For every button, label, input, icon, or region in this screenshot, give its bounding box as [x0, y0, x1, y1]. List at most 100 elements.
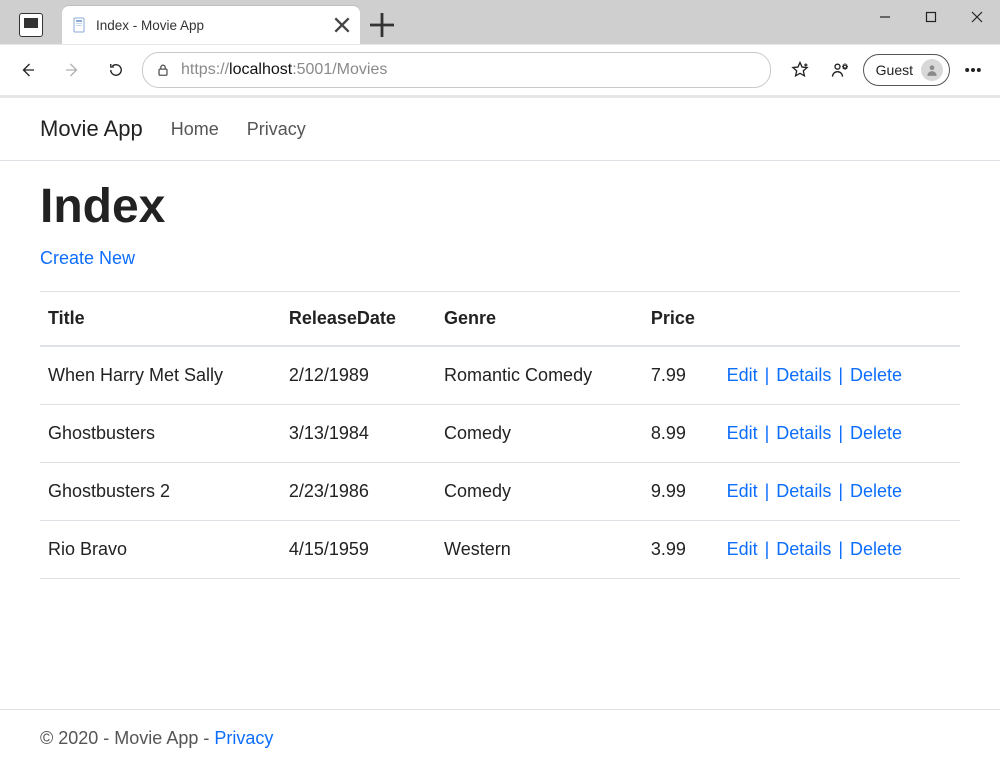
col-header-actions: [719, 292, 960, 347]
cell-releasedate: 2/23/1986: [281, 463, 436, 521]
cell-title: Ghostbusters: [40, 405, 281, 463]
cell-genre: Comedy: [436, 405, 643, 463]
brand-link[interactable]: Movie App: [40, 116, 143, 142]
page-container: Index Create New Title ReleaseDate Genre…: [0, 161, 1000, 709]
action-separator: |: [831, 481, 850, 501]
address-bar[interactable]: https://localhost:5001/Movies: [142, 52, 771, 88]
lock-icon: [155, 62, 171, 78]
action-separator: |: [831, 539, 850, 559]
browser-titlebar: Index - Movie App: [0, 0, 1000, 44]
site-navbar: Movie App Home Privacy: [0, 98, 1000, 161]
nav-reload-button[interactable]: [98, 52, 134, 88]
window-minimize-button[interactable]: [862, 0, 908, 34]
nav-privacy-link[interactable]: Privacy: [247, 119, 306, 140]
browser-app-menu[interactable]: [12, 6, 50, 44]
action-separator: |: [831, 423, 850, 443]
new-tab-button[interactable]: [366, 9, 398, 41]
table-row: Ghostbusters 22/23/1986Comedy9.99Edit | …: [40, 463, 960, 521]
details-link[interactable]: Details: [776, 481, 831, 501]
col-header-price: Price: [643, 292, 719, 347]
site-footer: © 2020 - Movie App - Privacy: [0, 709, 1000, 763]
toolbar-right: Guest: [783, 53, 990, 87]
col-header-releasedate: ReleaseDate: [281, 292, 436, 347]
table-row: Rio Bravo4/15/1959Western3.99Edit | Deta…: [40, 521, 960, 579]
cell-price: 7.99: [643, 346, 719, 405]
action-separator: |: [758, 423, 777, 443]
page-favicon-icon: [72, 17, 88, 33]
url-path: /Movies: [332, 61, 387, 78]
details-link[interactable]: Details: [776, 539, 831, 559]
window-controls: [862, 0, 1000, 34]
table-row: When Harry Met Sally2/12/1989Romantic Co…: [40, 346, 960, 405]
edit-link[interactable]: Edit: [727, 481, 758, 501]
url-host: localhost: [229, 61, 292, 78]
browser-tab-active[interactable]: Index - Movie App: [62, 6, 360, 44]
window-maximize-button[interactable]: [908, 0, 954, 34]
delete-link[interactable]: Delete: [850, 423, 902, 443]
person-gear-icon: [830, 60, 850, 80]
arrow-left-icon: [19, 61, 37, 79]
collections-button[interactable]: [823, 53, 857, 87]
edit-link[interactable]: Edit: [727, 539, 758, 559]
cell-actions: Edit | Details | Delete: [719, 463, 960, 521]
details-link[interactable]: Details: [776, 423, 831, 443]
col-header-title: Title: [40, 292, 281, 347]
footer-text: © 2020 - Movie App -: [40, 728, 214, 748]
action-separator: |: [758, 365, 777, 385]
cell-genre: Comedy: [436, 463, 643, 521]
more-menu-button[interactable]: [956, 53, 990, 87]
col-header-genre: Genre: [436, 292, 643, 347]
delete-link[interactable]: Delete: [850, 481, 902, 501]
cell-title: Ghostbusters 2: [40, 463, 281, 521]
tab-close-button[interactable]: [332, 15, 352, 35]
cell-releasedate: 2/12/1989: [281, 346, 436, 405]
profile-label: Guest: [876, 62, 913, 78]
maximize-icon: [925, 11, 937, 23]
cell-genre: Romantic Comedy: [436, 346, 643, 405]
movies-table: Title ReleaseDate Genre Price When Harry…: [40, 291, 960, 579]
url-text: https://localhost:5001/Movies: [181, 61, 758, 79]
tab-title: Index - Movie App: [96, 18, 324, 33]
footer-privacy-link[interactable]: Privacy: [214, 728, 273, 748]
cell-price: 8.99: [643, 405, 719, 463]
cell-releasedate: 3/13/1984: [281, 405, 436, 463]
cell-title: Rio Bravo: [40, 521, 281, 579]
action-separator: |: [758, 481, 777, 501]
action-separator: |: [831, 365, 850, 385]
delete-link[interactable]: Delete: [850, 539, 902, 559]
star-plus-icon: [790, 60, 810, 80]
cell-actions: Edit | Details | Delete: [719, 405, 960, 463]
edge-app-icon: [19, 13, 43, 37]
table-row: Ghostbusters3/13/1984Comedy8.99Edit | De…: [40, 405, 960, 463]
reload-icon: [107, 61, 125, 79]
nav-forward-button[interactable]: [54, 52, 90, 88]
cell-price: 9.99: [643, 463, 719, 521]
create-new-link[interactable]: Create New: [40, 248, 135, 268]
nav-back-button[interactable]: [10, 52, 46, 88]
url-port: :5001: [292, 61, 332, 78]
edit-link[interactable]: Edit: [727, 423, 758, 443]
url-scheme: https://: [181, 61, 229, 78]
cell-price: 3.99: [643, 521, 719, 579]
page-viewport: Movie App Home Privacy Index Create New …: [0, 98, 1000, 763]
nav-home-link[interactable]: Home: [171, 119, 219, 140]
delete-link[interactable]: Delete: [850, 365, 902, 385]
window-close-button[interactable]: [954, 0, 1000, 34]
browser-toolbar: https://localhost:5001/Movies Guest: [0, 44, 1000, 98]
ellipsis-icon: [963, 60, 983, 80]
profile-button[interactable]: Guest: [863, 54, 950, 86]
edit-link[interactable]: Edit: [727, 365, 758, 385]
cell-actions: Edit | Details | Delete: [719, 521, 960, 579]
table-header-row: Title ReleaseDate Genre Price: [40, 292, 960, 347]
cell-title: When Harry Met Sally: [40, 346, 281, 405]
favorites-button[interactable]: [783, 53, 817, 87]
cell-releasedate: 4/15/1959: [281, 521, 436, 579]
close-icon: [971, 11, 983, 23]
action-separator: |: [758, 539, 777, 559]
cell-genre: Western: [436, 521, 643, 579]
page-title: Index: [40, 179, 960, 234]
close-icon: [332, 15, 352, 35]
details-link[interactable]: Details: [776, 365, 831, 385]
avatar-icon: [921, 59, 943, 81]
arrow-right-icon: [63, 61, 81, 79]
